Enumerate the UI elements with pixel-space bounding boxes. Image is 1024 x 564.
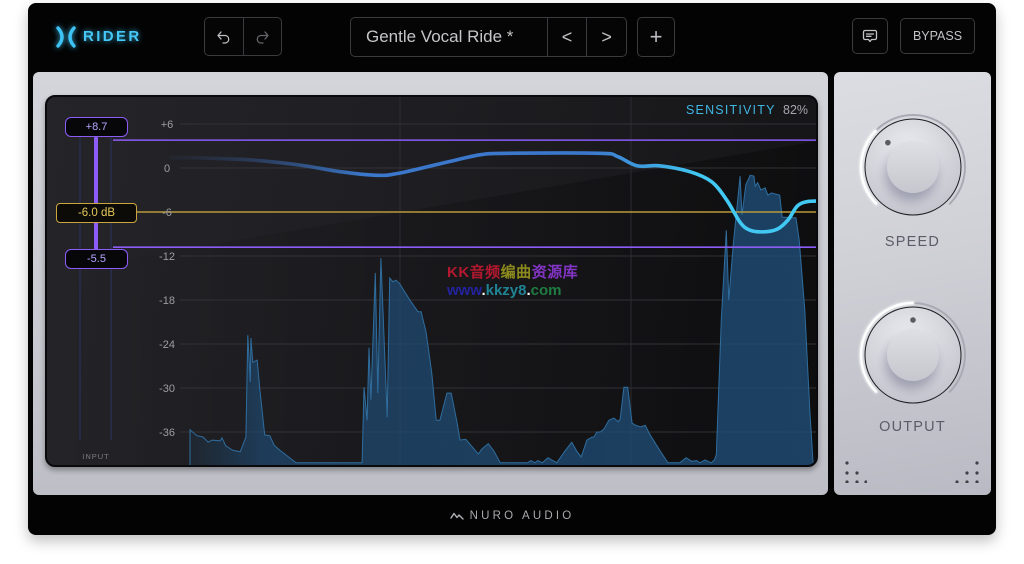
range-fill-bar[interactable] bbox=[94, 137, 98, 250]
knob-indicator-dot bbox=[910, 317, 916, 323]
y-tick-label: 0 bbox=[164, 163, 170, 175]
input-meter-label: INPUT bbox=[82, 452, 110, 461]
undo-icon bbox=[217, 30, 230, 44]
watermark-segment: 编曲 bbox=[500, 264, 532, 281]
watermark-title: KK音频编曲资源库 bbox=[447, 264, 578, 281]
previous-preset-button[interactable]: < bbox=[546, 18, 587, 56]
y-tick-label: +6 bbox=[161, 119, 174, 131]
undo-button[interactable] bbox=[205, 18, 243, 55]
redo-button[interactable] bbox=[242, 18, 281, 55]
y-tick-label: -30 bbox=[159, 383, 175, 395]
undo-redo-group bbox=[204, 17, 282, 56]
bypass-button[interactable]: BYPASS bbox=[900, 18, 975, 54]
watermark-segment: 资源库 bbox=[531, 264, 579, 281]
watermark-segment: com bbox=[530, 282, 562, 299]
app-logo-text: RIDER bbox=[83, 28, 142, 45]
footer: NURO AUDIO bbox=[28, 506, 996, 526]
output-knob[interactable] bbox=[853, 295, 973, 415]
watermark-segment: KK音频 bbox=[447, 264, 501, 281]
meter-rail-left bbox=[79, 137, 81, 440]
y-tick-label: -12 bbox=[159, 251, 175, 263]
watermark-segment: kkzy8 bbox=[485, 282, 527, 299]
sensitivity-label[interactable]: SENSITIVITY bbox=[686, 103, 776, 117]
range-lower-handle[interactable]: -5.5 bbox=[65, 249, 128, 269]
speed-knob[interactable] bbox=[853, 107, 973, 227]
redo-icon bbox=[257, 30, 270, 44]
sensitivity-value[interactable]: 82% bbox=[783, 103, 808, 117]
add-preset-button[interactable]: + bbox=[637, 17, 675, 57]
next-preset-button[interactable]: > bbox=[586, 18, 626, 56]
y-tick-label: -24 bbox=[159, 339, 175, 351]
watermark-segment: www bbox=[447, 282, 482, 299]
speed-knob-label: SPEED bbox=[884, 234, 941, 250]
knob-indicator-dot bbox=[885, 139, 891, 146]
nuro-wave-logo-icon bbox=[449, 512, 464, 520]
comment-button[interactable] bbox=[852, 18, 888, 54]
y-tick-label: -36 bbox=[159, 427, 175, 439]
corner-dots-left-icon bbox=[845, 461, 867, 483]
gain-display-graph: +6 0 -6 -12 -18 -24 -30 -36 bbox=[47, 97, 816, 465]
corner-dots-right-icon bbox=[955, 461, 979, 483]
output-knob-label: OUTPUT bbox=[879, 419, 946, 435]
preset-selector: Gentle Vocal Ride * < > bbox=[350, 17, 627, 57]
watermark-url: www.kkzy8.com bbox=[447, 282, 562, 299]
brand-name: NURO AUDIO bbox=[469, 510, 575, 522]
meter-rail-right bbox=[110, 137, 112, 440]
preset-name-field[interactable]: Gentle Vocal Ride * bbox=[351, 18, 547, 56]
rider-x-logo-icon bbox=[56, 26, 76, 48]
knob-cap[interactable] bbox=[887, 141, 939, 193]
y-tick-label: -6 bbox=[162, 207, 172, 219]
target-level-handle[interactable]: -6.0 dB bbox=[56, 203, 137, 223]
knob-cap[interactable] bbox=[887, 329, 939, 381]
y-tick-label: -18 bbox=[159, 295, 175, 307]
range-upper-handle[interactable]: +8.7 bbox=[65, 117, 128, 137]
comment-icon bbox=[862, 29, 878, 43]
